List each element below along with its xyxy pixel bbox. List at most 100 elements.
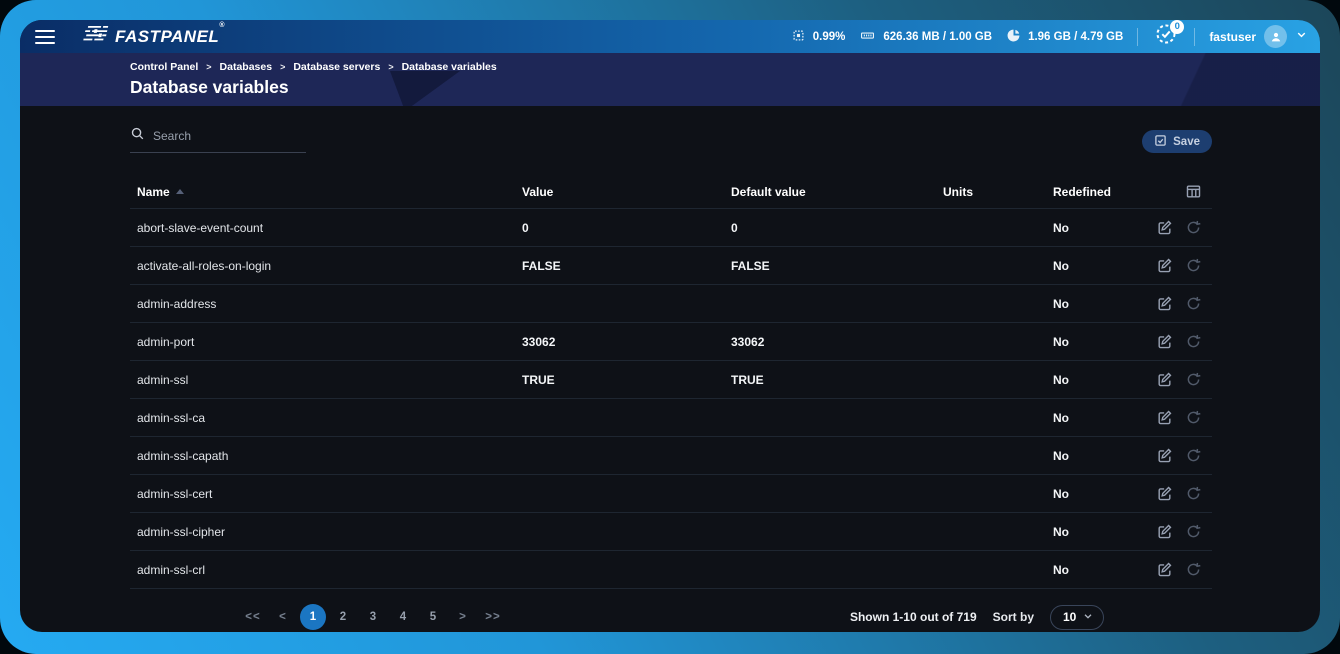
variables-table: Name Value Default value Units Redefined [130,175,1212,589]
reset-button[interactable] [1185,447,1202,464]
variable-value: TRUE [522,373,731,387]
variable-redefined: No [1053,411,1155,425]
shown-count: Shown 1-10 out of 719 [850,610,977,624]
variable-value: 33062 [522,335,731,349]
fastpanel-logo[interactable]: FASTPANEL® [84,25,225,48]
sort-by-label: Sort by [993,610,1034,624]
pagination-page[interactable]: 4 [390,604,416,630]
column-header-default-value[interactable]: Default value [731,185,943,199]
edit-button[interactable] [1156,333,1173,350]
edit-button[interactable] [1156,409,1173,426]
app-window: FASTPANEL® 0.99% [20,20,1320,632]
search-input[interactable] [153,129,293,143]
variable-redefined: No [1053,449,1155,463]
save-label: Save [1173,136,1200,148]
main-content: Save Name Value Default value Units Rede… [20,106,1320,630]
pagination-page[interactable]: 1 [300,604,326,630]
notifications-button[interactable]: 0 [1152,23,1180,51]
column-header-redefined[interactable]: Redefined [1053,185,1155,199]
edit-button[interactable] [1156,485,1173,502]
variable-name: activate-all-roles-on-login [130,259,522,273]
breadcrumb-separator: > [280,62,285,72]
username: fastuser [1209,30,1256,44]
column-settings-button[interactable] [1185,183,1202,200]
window-frame: FASTPANEL® 0.99% [0,0,1340,654]
edit-button[interactable] [1156,561,1173,578]
reset-button[interactable] [1185,295,1202,312]
toolbar: Save [130,126,1212,153]
divider [1194,28,1195,46]
search-icon [130,126,145,146]
column-header-value[interactable]: Value [522,185,731,199]
edit-button[interactable] [1156,295,1173,312]
reset-button[interactable] [1185,409,1202,426]
variable-redefined: No [1053,335,1155,349]
user-menu[interactable]: fastuser [1209,25,1308,48]
table-row: admin-ssl-cert No [130,475,1212,513]
disk-value: 1.96 GB / 4.79 GB [1028,31,1123,43]
column-label: Name [137,185,170,199]
memory-usage: 626.36 MB / 1.00 GB [859,28,992,46]
disk-usage: 1.96 GB / 4.79 GB [1006,28,1123,46]
table-row: activate-all-roles-on-login FALSE FALSE … [130,247,1212,285]
variable-redefined: No [1053,373,1155,387]
disk-icon [1006,28,1021,46]
memory-value: 626.36 MB / 1.00 GB [883,31,992,43]
logo-text: FASTPANEL® [115,27,225,47]
reset-button[interactable] [1185,485,1202,502]
page-size-select[interactable]: 10 [1050,605,1104,630]
table-row: admin-ssl-ca No [130,399,1212,437]
divider [1137,28,1138,46]
variable-name: admin-ssl-ca [130,411,522,425]
page-title: Database variables [130,77,1320,98]
variable-value: 0 [522,221,731,235]
table-row: admin-address No [130,285,1212,323]
variable-default-value: 0 [731,221,943,235]
variable-name: admin-ssl-capath [130,449,522,463]
table-row: abort-slave-event-count 0 0 No [130,209,1212,247]
edit-button[interactable] [1156,523,1173,540]
pagination-last[interactable]: >> [480,604,506,630]
variable-name: admin-ssl-cert [130,487,522,501]
edit-button[interactable] [1156,371,1173,388]
table-footer: << < 12345 > >> Shown 1-10 out of 719 So… [240,604,1104,630]
reset-button[interactable] [1185,523,1202,540]
pagination-next[interactable]: > [450,604,476,630]
table-row: admin-port 33062 33062 No [130,323,1212,361]
breadcrumb-database-servers[interactable]: Database servers [293,61,380,73]
reset-button[interactable] [1185,257,1202,274]
edit-button[interactable] [1156,447,1173,464]
pagination-page[interactable]: 3 [360,604,386,630]
breadcrumb-separator: > [388,62,393,72]
reset-button[interactable] [1185,371,1202,388]
pagination-prev[interactable]: < [270,604,296,630]
edit-button[interactable] [1156,257,1173,274]
column-header-units[interactable]: Units [943,185,1053,199]
save-button[interactable]: Save [1142,130,1212,153]
reset-button[interactable] [1185,219,1202,236]
pagination-page[interactable]: 5 [420,604,446,630]
breadcrumb: Control Panel > Databases > Database ser… [130,61,1320,73]
breadcrumb-database-variables[interactable]: Database variables [402,61,497,73]
column-header-name[interactable]: Name [130,185,522,199]
reset-button[interactable] [1185,561,1202,578]
edit-button[interactable] [1156,219,1173,236]
table-header-row: Name Value Default value Units Redefined [130,175,1212,209]
sort-asc-icon [176,189,184,194]
breadcrumb-separator: > [206,62,211,72]
variable-name: admin-ssl [130,373,522,387]
page-size-value: 10 [1063,610,1076,624]
pagination-page[interactable]: 2 [330,604,356,630]
reset-button[interactable] [1185,333,1202,350]
breadcrumb-control-panel[interactable]: Control Panel [130,61,198,73]
topbar: FASTPANEL® 0.99% [20,20,1320,53]
hamburger-menu-icon[interactable] [28,25,62,49]
page-header: Control Panel > Databases > Database ser… [20,53,1320,106]
pagination-first[interactable]: << [240,604,266,630]
variable-default-value: FALSE [731,259,943,273]
table-row: admin-ssl TRUE TRUE No [130,361,1212,399]
breadcrumb-databases[interactable]: Databases [220,61,273,73]
notification-badge: 0 [1170,20,1184,34]
cpu-icon [791,28,806,46]
variable-redefined: No [1053,297,1155,311]
